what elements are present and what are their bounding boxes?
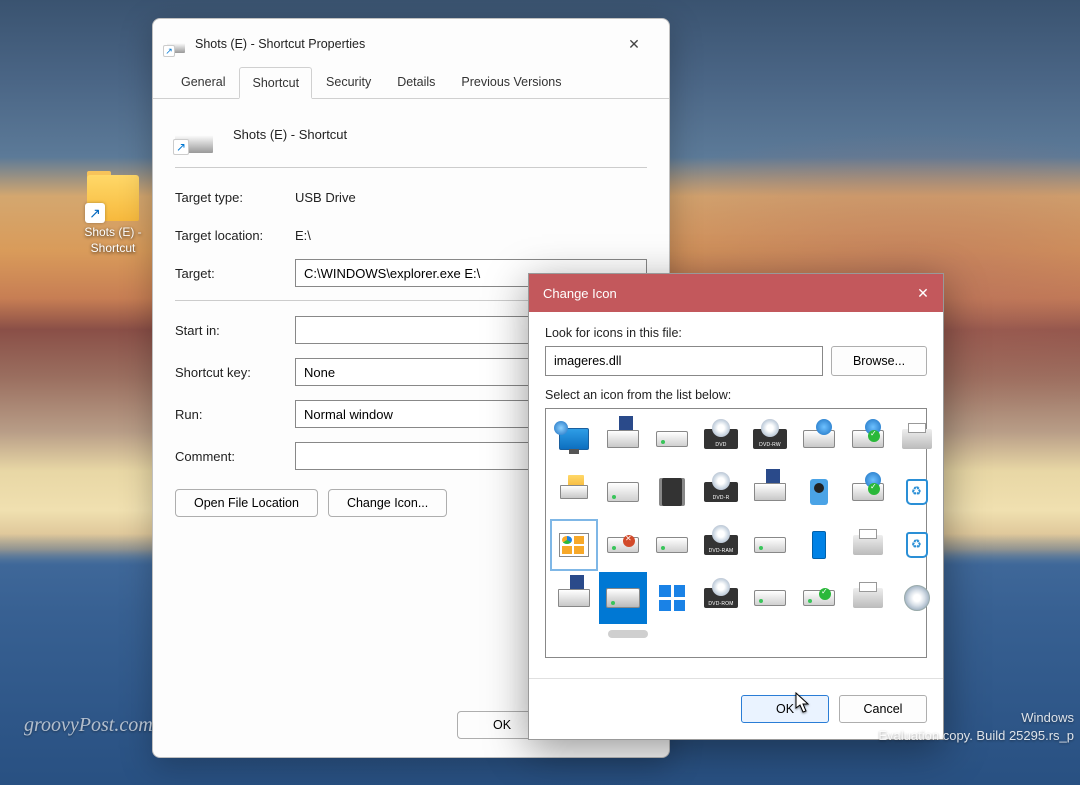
tab-details[interactable]: Details [385, 67, 447, 98]
change-icon-dialog: Change Icon ✕ Look for icons in this fil… [528, 273, 944, 740]
run-label: Run: [175, 407, 295, 422]
icon-option-drive4[interactable] [746, 572, 794, 624]
icon-option-folder-drive[interactable] [550, 466, 598, 518]
icon-option-recycle-bin[interactable] [893, 466, 941, 518]
change-icon-titlebar[interactable]: Change Icon ✕ [529, 274, 943, 312]
watermark-bottom-right: Windows Evaluation copy. Build 25295.rs_… [878, 709, 1074, 745]
watermark-bottom-left: groovyPost.com [24, 714, 153, 737]
icon-option-chip[interactable] [648, 466, 696, 518]
browse-button[interactable]: Browse... [831, 346, 927, 376]
tab-previous-versions[interactable]: Previous Versions [449, 67, 573, 98]
comment-label: Comment: [175, 449, 295, 464]
icon-option-network-monitor[interactable] [550, 413, 598, 465]
icon-option-network-drive[interactable] [795, 413, 843, 465]
shortcut-name: Shots (E) - Shortcut [233, 127, 347, 142]
icon-option-drive2[interactable] [648, 519, 696, 571]
tab-security[interactable]: Security [314, 67, 383, 98]
look-for-label: Look for icons in this file: [545, 326, 927, 340]
target-label: Target: [175, 266, 295, 281]
icon-option-drive-floppy[interactable] [550, 572, 598, 624]
tab-strip: General Shortcut Security Details Previo… [153, 67, 669, 99]
change-icon-button[interactable]: Change Icon... [328, 489, 447, 517]
icon-option-tiles[interactable] [648, 572, 696, 624]
window-title: Shots (E) - Shortcut Properties [195, 37, 365, 51]
drive-shortcut-icon: ↗ [175, 115, 213, 153]
icon-option-control-panel[interactable] [550, 519, 598, 571]
icon-option-drive-ok[interactable] [844, 466, 892, 518]
shortcut-arrow-icon: ↗ [85, 203, 105, 223]
icon-file-input[interactable] [545, 346, 823, 376]
change-icon-title: Change Icon [543, 286, 617, 301]
icon-option-printer[interactable] [893, 413, 941, 465]
close-button[interactable]: ✕ [613, 29, 655, 59]
icon-option-floppy-drive[interactable] [746, 466, 794, 518]
icon-option-network-drive-ok[interactable] [844, 413, 892, 465]
start-in-label: Start in: [175, 323, 295, 338]
select-icon-label: Select an icon from the list below: [545, 388, 927, 402]
icon-option-usb-drive[interactable] [599, 466, 647, 518]
target-type-value: USB Drive [295, 190, 647, 205]
icon-option-camera[interactable] [795, 466, 843, 518]
icon-grid[interactable]: DVDDVD-RWDVD-RDVD-RAMDVD-ROM [545, 408, 927, 658]
icon-option-phone[interactable] [795, 519, 843, 571]
folder-icon: ↗ [87, 175, 139, 221]
shortcut-key-label: Shortcut key: [175, 365, 295, 380]
tab-shortcut[interactable]: Shortcut [239, 67, 312, 99]
icon-option-printer3[interactable] [844, 572, 892, 624]
icon-option-hdd-with-disk[interactable] [599, 413, 647, 465]
drive-shortcut-icon: ↗ [167, 35, 185, 53]
target-location-value: E:\ [295, 228, 647, 243]
target-type-label: Target type: [175, 190, 295, 205]
icon-option-printer2[interactable] [844, 519, 892, 571]
icon-option-drive-ok2[interactable] [795, 572, 843, 624]
icon-option-drive3[interactable] [746, 519, 794, 571]
change-icon-close-button[interactable]: ✕ [903, 274, 943, 312]
scrollbar-thumb[interactable] [608, 630, 648, 638]
change-icon-ok-button[interactable]: OK [741, 695, 829, 723]
target-location-label: Target location: [175, 228, 295, 243]
icon-option-dvd-drive[interactable]: DVD [697, 413, 745, 465]
open-file-location-button[interactable]: Open File Location [175, 489, 318, 517]
icon-option-drive[interactable] [648, 413, 696, 465]
icon-option-disc[interactable] [893, 572, 941, 624]
desktop-shortcut[interactable]: ↗ Shots (E) - Shortcut [72, 175, 154, 256]
icon-option-dvd-ram-drive[interactable]: DVD-RAM [697, 519, 745, 571]
tab-general[interactable]: General [169, 67, 237, 98]
icon-option-drive-error[interactable] [599, 519, 647, 571]
icon-option-dvd-rw-drive[interactable]: DVD-RW [746, 413, 794, 465]
desktop-shortcut-label: Shots (E) - Shortcut [72, 225, 154, 256]
icon-option-recycle-bin2[interactable] [893, 519, 941, 571]
icon-option-drive-selected[interactable] [599, 572, 647, 624]
properties-titlebar[interactable]: ↗ Shots (E) - Shortcut Properties ✕ [153, 19, 669, 67]
icon-option-dvd-rom-drive[interactable]: DVD-ROM [697, 572, 745, 624]
icon-option-dvd-r-drive[interactable]: DVD-R [697, 466, 745, 518]
